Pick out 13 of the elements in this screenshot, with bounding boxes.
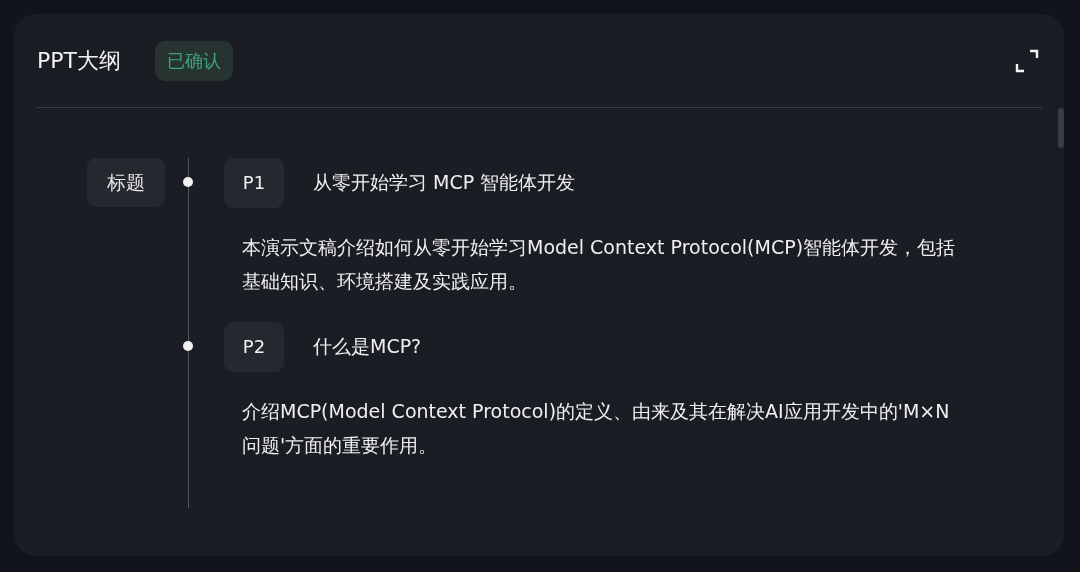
page-number: P2	[224, 322, 284, 372]
timeline-dot	[183, 177, 193, 187]
page-number: P1	[224, 158, 284, 208]
timeline-dot	[183, 341, 193, 351]
page-description: 本演示文稿介绍如何从零开始学习Model Context Protocol(MCP)智能体开发，包括基础知识、环境搭建及实践应用。	[242, 235, 957, 294]
section-label: 标题	[87, 158, 165, 207]
page-title: 从零开始学习 MCP 智能体开发	[313, 170, 576, 195]
scrollbar-thumb[interactable]	[1058, 108, 1064, 148]
panel-title: PPT大纲	[37, 46, 121, 75]
expand-icon[interactable]	[1015, 48, 1039, 73]
page-description: 介绍MCP(Model Context Protocol)的定义、由来及其在解决AI应用开发中的'M×N问题'方面的重要作用。	[242, 399, 951, 458]
status-badge: 已确认	[155, 40, 233, 81]
page-title: 什么是MCP?	[313, 334, 422, 359]
